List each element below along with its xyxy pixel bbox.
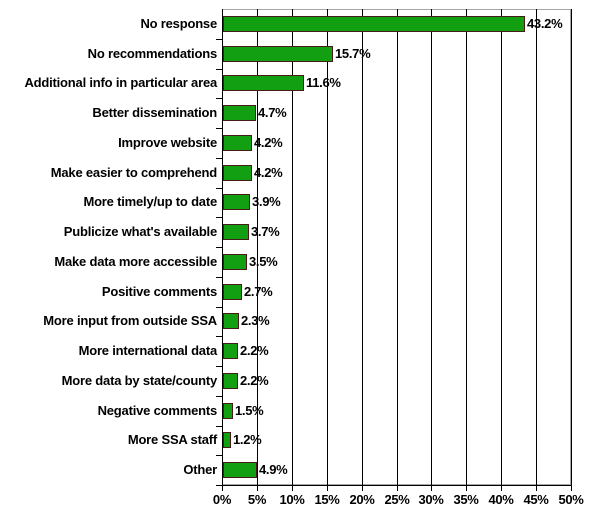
bar[interactable] xyxy=(223,403,233,419)
x-tick xyxy=(501,486,502,491)
bar-value-label: 1.5% xyxy=(235,403,264,418)
category-label: No response xyxy=(140,16,217,31)
y-tick xyxy=(216,158,222,159)
x-tick xyxy=(466,486,467,491)
category-label: More SSA staff xyxy=(127,432,217,447)
bar[interactable] xyxy=(223,135,252,151)
category-label: More input from outside SSA xyxy=(43,313,217,328)
bar-value-label: 3.9% xyxy=(252,194,281,209)
category-label: Positive comments xyxy=(101,284,217,299)
y-tick xyxy=(216,98,222,99)
x-tick-label: 40% xyxy=(488,492,514,507)
x-tick-label: 0% xyxy=(212,492,232,507)
y-tick xyxy=(216,128,222,129)
x-tick xyxy=(222,486,223,491)
x-tick xyxy=(257,486,258,491)
y-tick xyxy=(216,217,222,218)
bar-value-label: 3.5% xyxy=(249,254,278,269)
x-tick-label: 15% xyxy=(314,492,340,507)
y-tick xyxy=(216,426,222,427)
bar[interactable] xyxy=(223,165,252,181)
category-label: More international data xyxy=(78,343,218,358)
category-label: Improve website xyxy=(118,135,217,150)
x-tick xyxy=(397,486,398,491)
horizontal-bar-chart: 0% 5% 10% 15% 20% 25% 30% 35% 40% 45% 50% No respo… xyxy=(0,0,590,514)
bar[interactable] xyxy=(223,343,238,359)
y-tick xyxy=(216,455,222,456)
gridline xyxy=(362,9,363,485)
category-label: Additional info in particular area xyxy=(24,75,217,90)
bar-value-label: 11.6% xyxy=(306,75,341,90)
bar-value-label: 1.2% xyxy=(233,432,262,447)
y-tick xyxy=(216,307,222,308)
y-tick xyxy=(216,247,222,248)
bar[interactable] xyxy=(223,254,247,270)
category-label: No recommendations xyxy=(87,46,218,61)
bar[interactable] xyxy=(223,46,333,62)
x-tick-label: 30% xyxy=(418,492,444,507)
category-label: Other xyxy=(183,462,217,477)
x-tick xyxy=(571,486,572,491)
x-tick-label: 10% xyxy=(279,492,305,507)
bar[interactable] xyxy=(223,373,238,389)
bar[interactable] xyxy=(223,432,231,448)
bar-value-label: 4.7% xyxy=(258,105,287,120)
bar-value-label: 3.7% xyxy=(251,224,280,239)
gridline xyxy=(397,9,398,485)
x-tick xyxy=(536,486,537,491)
bar[interactable] xyxy=(223,75,304,91)
x-tick-label: 20% xyxy=(349,492,375,507)
bar-value-label: 4.2% xyxy=(254,165,283,180)
bar-value-label: 4.9% xyxy=(259,462,288,477)
y-tick xyxy=(216,396,222,397)
bar[interactable] xyxy=(223,105,256,121)
bar-value-label: 4.2% xyxy=(254,135,283,150)
category-label: Make data more accessible xyxy=(54,254,217,269)
gridline xyxy=(501,9,502,485)
x-tick-label: 35% xyxy=(453,492,479,507)
category-label: Publicize what's available xyxy=(63,224,217,239)
y-tick xyxy=(216,277,222,278)
x-tick-label: 5% xyxy=(247,492,267,507)
bar[interactable] xyxy=(223,16,525,32)
category-label: Better dissemination xyxy=(92,105,217,120)
y-tick xyxy=(216,39,222,40)
x-tick xyxy=(327,486,328,491)
bar[interactable] xyxy=(223,224,249,240)
x-tick-label: 50% xyxy=(558,492,584,507)
bar[interactable] xyxy=(223,462,257,478)
category-label: More timely/up to date xyxy=(83,194,217,209)
category-label: Negative comments xyxy=(97,403,218,418)
x-tick-label: 45% xyxy=(523,492,549,507)
bar[interactable] xyxy=(223,284,242,300)
x-tick xyxy=(292,486,293,491)
y-tick xyxy=(216,336,222,337)
y-tick xyxy=(216,485,222,486)
bar-value-label: 2.2% xyxy=(240,343,269,358)
bar-value-label: 15.7% xyxy=(335,46,371,61)
bar[interactable] xyxy=(223,194,250,210)
bar-value-label: 43.2% xyxy=(527,16,563,31)
bar[interactable] xyxy=(223,313,239,329)
y-tick xyxy=(216,69,222,70)
y-tick xyxy=(216,366,222,367)
x-tick xyxy=(431,486,432,491)
gridline xyxy=(431,9,432,485)
x-tick xyxy=(362,486,363,491)
category-label: Make easier to comprehend xyxy=(50,165,217,180)
category-label: More data by state/county xyxy=(61,373,218,388)
y-tick xyxy=(216,188,222,189)
bar-value-label: 2.2% xyxy=(240,373,269,388)
gridline xyxy=(571,9,572,485)
bar-value-label: 2.3% xyxy=(241,313,270,328)
bar-value-label: 2.7% xyxy=(244,284,273,299)
gridline xyxy=(466,9,467,485)
gridline xyxy=(536,9,537,485)
